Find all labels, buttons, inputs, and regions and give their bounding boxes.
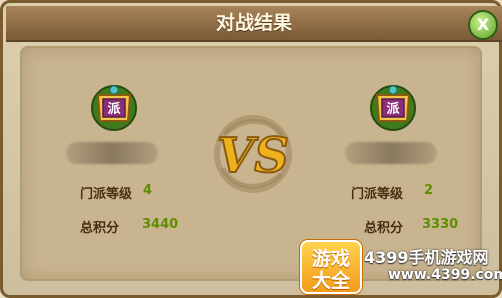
- total-score-label: 总积分: [80, 221, 120, 236]
- sect-level-label: 门派等级: [351, 187, 404, 202]
- sect-emblem-icon: 派: [370, 85, 416, 131]
- dialog-title: 对战结果: [215, 12, 292, 34]
- watermark-site-url: www.4399.com: [388, 267, 502, 283]
- watermark-site-name: 4399手机游戏网: [364, 248, 489, 267]
- watermark-logo: 游戏 大全: [300, 240, 362, 294]
- total-score-value: 3440: [142, 217, 179, 232]
- sect-level-value: 2: [424, 183, 434, 198]
- total-score-value: 3330: [422, 217, 459, 232]
- sect-emblem-icon: 派: [91, 85, 137, 131]
- emblem-char: 派: [107, 102, 121, 117]
- total-score-label: 总积分: [364, 221, 404, 236]
- versus-emblem: VS: [214, 115, 292, 193]
- player-name-redacted: [66, 142, 158, 164]
- site-watermark: 游戏 大全 4399手机游戏网 www.4399.com: [300, 240, 502, 294]
- close-button[interactable]: X: [468, 10, 498, 40]
- player-name-redacted: [345, 142, 437, 164]
- sect-level-label: 门派等级: [80, 187, 133, 202]
- watermark-logo-line2: 大全: [311, 270, 350, 292]
- emblem-char: 派: [386, 102, 400, 117]
- sect-level-value: 4: [143, 183, 153, 198]
- vs-text: VS: [217, 128, 289, 184]
- title-bar: 对战结果 X: [6, 6, 502, 42]
